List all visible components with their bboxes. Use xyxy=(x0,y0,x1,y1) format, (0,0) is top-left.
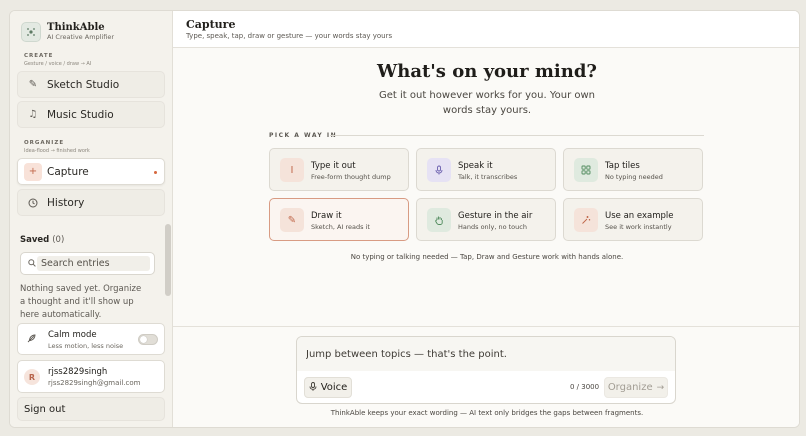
mode-subtitle: Free-form thought dump xyxy=(311,173,391,181)
mode-title: Gesture in the air xyxy=(458,211,533,221)
mode-card-gesture[interactable]: Gesture in the air Hands only, no touch xyxy=(416,198,556,241)
hero-title: What's on your mind? xyxy=(377,61,597,82)
organize-heading: ORGANIZE xyxy=(24,140,65,146)
mode-card-draw[interactable]: ✎ Draw it Sketch, AI reads it xyxy=(269,198,409,241)
composer: Voice 0 / 3000 Organize → xyxy=(296,336,676,404)
plus-icon: + xyxy=(24,162,42,181)
sidebar: ThinkAble AI Creative Amplifier CREATE G… xyxy=(10,11,173,427)
voice-label: Voice xyxy=(320,382,348,393)
sidebar-item-music-studio[interactable]: ♫ Music Studio xyxy=(17,101,165,128)
brand: ThinkAble AI Creative Amplifier xyxy=(21,22,114,42)
pencil-icon: ✎ xyxy=(280,208,304,232)
page-subtitle: Type, speak, tap, draw or gesture — your… xyxy=(186,32,393,40)
mode-title: Speak it xyxy=(458,161,493,171)
mode-subtitle: Hands only, no touch xyxy=(458,223,527,231)
brand-name: ThinkAble xyxy=(47,22,105,33)
saved-empty-message: Nothing saved yet. Organize a thought an… xyxy=(20,284,142,320)
sidebar-item-label: Sketch Studio xyxy=(47,78,120,91)
calm-mode-toggle[interactable] xyxy=(138,334,158,345)
wording-note: ThinkAble keeps your exact wording — AI … xyxy=(330,409,644,417)
mode-title: Use an example xyxy=(605,211,674,221)
sidebar-item-history[interactable]: History xyxy=(17,189,165,216)
character-counter: 0 / 3000 xyxy=(570,383,600,391)
mode-card-example[interactable]: Use an example See it work instantly xyxy=(563,198,703,241)
organize-button[interactable]: Organize → xyxy=(604,377,668,398)
calm-mode-card: Calm mode Less motion, less noise xyxy=(17,323,165,355)
music-note-icon: ♫ xyxy=(28,109,38,120)
divider xyxy=(330,135,704,136)
mode-subtitle: Sketch, AI reads it xyxy=(311,223,370,231)
sidebar-scrollbar[interactable] xyxy=(165,224,171,296)
saved-search[interactable]: Search entries xyxy=(20,252,155,275)
page-header: Capture Type, speak, tap, draw or gestur… xyxy=(173,11,799,48)
user-name: rjss2829singh xyxy=(48,367,108,377)
search-input[interactable]: Search entries xyxy=(37,256,150,271)
organize-label: Organize xyxy=(607,382,653,393)
mode-card-speak[interactable]: Speak it Talk, it transcribes xyxy=(416,148,556,191)
user-email: rjss2829singh@gmail.com xyxy=(48,379,141,387)
sidebar-item-label: History xyxy=(47,196,85,209)
voice-button[interactable]: Voice xyxy=(304,377,352,398)
divider xyxy=(173,326,799,327)
search-placeholder: Search entries xyxy=(41,258,110,269)
sidebar-item-capture[interactable]: + Capture xyxy=(17,158,165,185)
thought-input[interactable] xyxy=(297,337,675,371)
hero-subtitle: Get it out however works for you. Your o… xyxy=(379,90,595,116)
microphone-icon xyxy=(427,158,451,182)
sign-out-button[interactable]: Sign out xyxy=(17,397,165,421)
clock-icon xyxy=(24,194,42,212)
page-title: Capture xyxy=(186,18,236,31)
mode-card-type[interactable]: I Type it out Free-form thought dump xyxy=(269,148,409,191)
grid-icon xyxy=(574,158,598,182)
search-icon xyxy=(28,259,36,269)
brand-subtitle: AI Creative Amplifier xyxy=(47,33,115,41)
main-content: Capture Type, speak, tap, draw or gestur… xyxy=(173,11,799,427)
saved-label: Saved xyxy=(20,235,50,245)
sidebar-item-label: Capture xyxy=(47,165,89,178)
create-heading: CREATE xyxy=(24,53,54,59)
feather-icon xyxy=(27,334,36,345)
wand-icon xyxy=(574,208,598,232)
pick-way-label: PICK A WAY IN xyxy=(269,132,338,139)
mode-title: Draw it xyxy=(311,211,342,221)
mode-title: Type it out xyxy=(311,161,356,171)
mode-subtitle: See it work instantly xyxy=(605,223,672,231)
sidebar-item-label: Music Studio xyxy=(47,108,114,121)
arrow-right-icon: → xyxy=(656,382,665,393)
mode-title: Tap tiles xyxy=(605,161,640,171)
organize-subheading: Idea-flood → finished work xyxy=(24,148,90,154)
calm-mode-subtitle: Less motion, less noise xyxy=(48,342,124,350)
avatar: R xyxy=(24,369,40,385)
user-card[interactable]: R rjss2829singh rjss2829singh@gmail.com xyxy=(17,360,165,393)
microphone-icon xyxy=(309,381,317,394)
calm-mode-title: Calm mode xyxy=(48,330,97,340)
create-subheading: Gesture / voice / draw → AI xyxy=(24,61,92,67)
mode-subtitle: No typing needed xyxy=(605,173,663,181)
saved-heading: Saved (0) xyxy=(20,235,64,245)
sidebar-item-sketch-studio[interactable]: ✎ Sketch Studio xyxy=(17,71,165,98)
hands-only-note: No typing or talking needed — Tap, Draw … xyxy=(350,253,624,261)
toggle-knob xyxy=(140,336,147,343)
text-cursor-icon: I xyxy=(280,158,304,182)
hand-icon xyxy=(427,208,451,232)
pencil-icon: ✎ xyxy=(28,79,38,90)
app-window: ThinkAble AI Creative Amplifier CREATE G… xyxy=(9,10,800,428)
brand-logo-icon xyxy=(21,22,41,42)
active-indicator-dot xyxy=(154,171,157,174)
saved-count: (0) xyxy=(52,235,65,245)
mode-subtitle: Talk, it transcribes xyxy=(458,173,518,181)
mode-card-tap-tiles[interactable]: Tap tiles No typing needed xyxy=(563,148,703,191)
